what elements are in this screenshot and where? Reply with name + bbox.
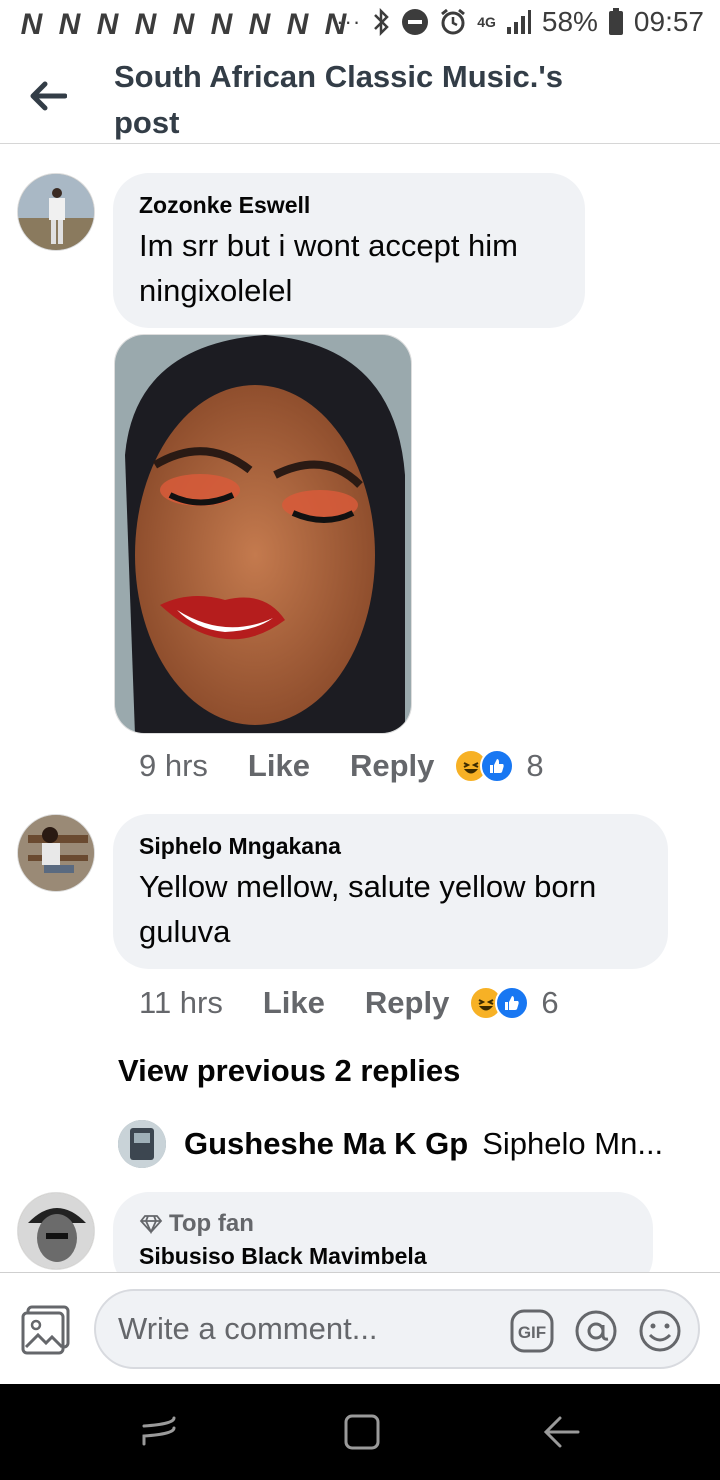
reaction-count[interactable]: 6: [541, 985, 558, 1021]
avatar[interactable]: [17, 814, 95, 892]
reply-button[interactable]: Reply: [365, 985, 449, 1021]
comment-bubble[interactable]: Siphelo Mngakana Yellow mellow, salute y…: [113, 814, 668, 969]
photo-icon: [21, 1305, 70, 1355]
comment-composer: Write a comment... GIF: [0, 1272, 720, 1384]
notification-icon: N: [286, 8, 309, 41]
notification-icon: N: [134, 8, 157, 41]
avatar-image: [18, 174, 94, 250]
gif-icon: GIF: [510, 1309, 554, 1353]
reactions[interactable]: [454, 749, 515, 783]
system-back-button[interactable]: [540, 1410, 584, 1454]
clock: 09:57: [633, 6, 704, 37]
top-fan-badge: Top fan: [139, 1210, 627, 1238]
battery-icon: [608, 8, 623, 35]
bluetooth-icon: [374, 8, 389, 36]
comment-author[interactable]: Sibusiso Black Mavimbela: [139, 1242, 627, 1270]
notification-icons: N N N N N N N N N: [14, 8, 352, 42]
back-arrow-icon: [30, 81, 67, 111]
comment-meta-row: 9 hrs Like Reply 8: [139, 748, 544, 784]
top-fan-label: Top fan: [169, 1210, 254, 1237]
alarm-icon: [441, 8, 466, 35]
reply-preview[interactable]: Gusheshe Ma K Gp Siphelo Mn...: [118, 1120, 663, 1168]
comment-time[interactable]: 11 hrs: [139, 985, 223, 1021]
notification-icon: N: [172, 8, 195, 41]
back-button[interactable]: [26, 74, 70, 118]
recent-apps-icon: [142, 1416, 176, 1446]
comment-text: Im srr but i wont accept him ningixolele…: [139, 228, 519, 308]
post-header: South African Classic Music.'s post: [0, 50, 720, 144]
more-notifications-icon: ···: [336, 9, 362, 34]
battery-percent: 58%: [541, 6, 598, 37]
emoji-icon: [639, 1310, 681, 1352]
reactions[interactable]: [469, 986, 530, 1020]
like-reaction-icon: [495, 986, 530, 1020]
home-icon: [344, 1414, 380, 1450]
comment-photo[interactable]: [114, 334, 412, 734]
recent-apps-button[interactable]: [138, 1410, 182, 1454]
avatar-image: [18, 815, 94, 891]
notification-icon: N: [58, 8, 81, 41]
comment-meta-row: 11 hrs Like Reply 6: [139, 985, 559, 1021]
network-type: 4G: [477, 14, 496, 30]
notification-icon: N: [210, 8, 233, 41]
reply-snippet: Siphelo Mn...: [482, 1126, 664, 1161]
comment-input[interactable]: Write a comment... GIF: [94, 1289, 700, 1369]
at-icon: [575, 1310, 617, 1352]
reply-author[interactable]: Gusheshe Ma K Gp: [184, 1126, 468, 1162]
gif-button[interactable]: GIF: [510, 1309, 554, 1353]
reaction-count[interactable]: 8: [526, 748, 543, 784]
comment-author[interactable]: Siphelo Mngakana: [139, 832, 642, 860]
status-bar: N N N N N N N N N ··· 4G 58% 09:57: [0, 0, 720, 50]
comment-author[interactable]: Zozonke Eswell: [139, 191, 559, 219]
avatar[interactable]: [118, 1120, 166, 1168]
mention-button[interactable]: [574, 1309, 618, 1353]
diamond-icon: [139, 1215, 163, 1234]
avatar[interactable]: [17, 1192, 95, 1270]
comment-photo-image: [115, 335, 411, 733]
like-button[interactable]: Like: [263, 985, 325, 1021]
comment-time[interactable]: 9 hrs: [139, 748, 208, 784]
home-button[interactable]: [340, 1410, 384, 1454]
comment-bubble[interactable]: Zozonke Eswell Im srr but i wont accept …: [113, 173, 585, 328]
signal-icon: [506, 10, 531, 34]
do-not-disturb-icon: [402, 9, 429, 35]
avatar[interactable]: [17, 173, 95, 251]
system-back-icon: [543, 1416, 580, 1448]
page-title: South African Classic Music.'s post: [114, 59, 563, 140]
status-right: ··· 4G 58% 09:57: [336, 6, 704, 38]
like-reaction-icon: [480, 749, 515, 783]
reply-button[interactable]: Reply: [350, 748, 434, 784]
comment-placeholder: Write a comment...: [118, 1311, 378, 1346]
view-previous-replies-link[interactable]: View previous 2 replies: [118, 1053, 460, 1089]
notification-icon: N: [248, 8, 271, 41]
attach-photo-button[interactable]: [20, 1305, 72, 1355]
notification-icon: N: [96, 8, 119, 41]
system-navigation-bar: [0, 1384, 720, 1480]
comment-text: Yellow mellow, salute yellow born guluva: [139, 869, 597, 949]
emoji-button[interactable]: [638, 1309, 682, 1353]
gif-label: GIF: [518, 1323, 546, 1342]
like-button[interactable]: Like: [248, 748, 310, 784]
avatar-image: [18, 1193, 94, 1269]
avatar-image: [118, 1120, 166, 1168]
notification-icon: N: [20, 8, 43, 41]
